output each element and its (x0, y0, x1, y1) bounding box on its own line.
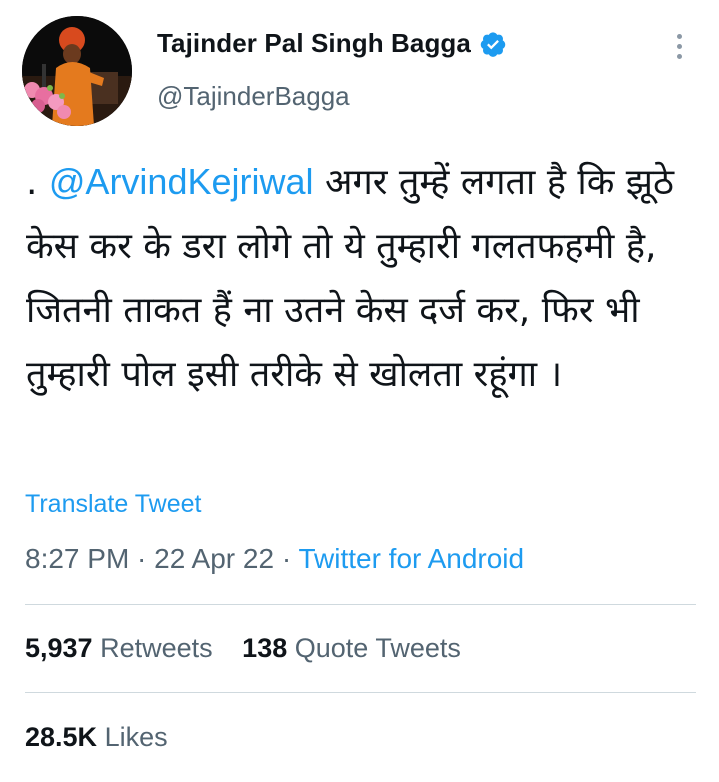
more-vertical-icon[interactable] (669, 34, 689, 64)
tweet-prefix: . (26, 162, 49, 203)
tweet-text: . @ArvindKejriwal अगर तुम्हें लगता है कि… (26, 150, 696, 407)
author-display-name[interactable]: Tajinder Pal Singh Bagga (157, 28, 471, 59)
tweet-date[interactable]: 22 Apr 22 (154, 543, 274, 574)
tweet-header: Tajinder Pal Singh Bagga @TajinderBagga (0, 0, 719, 140)
quote-tweets-count: 138 (242, 633, 288, 663)
verified-badge-icon (479, 30, 507, 58)
meta-separator: · (129, 543, 155, 574)
avatar[interactable] (22, 16, 132, 126)
tweet-source-link[interactable]: Twitter for Android (298, 543, 524, 574)
retweets-stat[interactable]: 5,937 Retweets (25, 633, 213, 663)
quote-tweets-stat[interactable]: 138 Quote Tweets (242, 633, 461, 663)
divider (25, 692, 696, 693)
quote-tweets-label: Quote Tweets (294, 633, 461, 663)
tweet-meta: 8:27 PM · 22 Apr 22 · Twitter for Androi… (25, 543, 524, 575)
likes-stats-row: 28.5K Likes (25, 722, 190, 753)
tweet-time[interactable]: 8:27 PM (25, 543, 129, 574)
avatar-image (22, 16, 132, 126)
divider (25, 604, 696, 605)
meta-separator: · (274, 543, 299, 574)
retweets-label: Retweets (100, 633, 213, 663)
mention-link[interactable]: @ArvindKejriwal (49, 161, 314, 202)
likes-stat[interactable]: 28.5K Likes (25, 722, 168, 752)
translate-tweet-link[interactable]: Translate Tweet (25, 490, 201, 519)
retweet-stats-row: 5,937 Retweets 138 Quote Tweets (25, 633, 483, 664)
likes-label: Likes (104, 722, 168, 752)
author-handle[interactable]: @TajinderBagga (157, 81, 350, 112)
author-name-row[interactable]: Tajinder Pal Singh Bagga (157, 28, 507, 59)
retweets-count: 5,937 (25, 633, 93, 663)
likes-count: 28.5K (25, 722, 98, 752)
